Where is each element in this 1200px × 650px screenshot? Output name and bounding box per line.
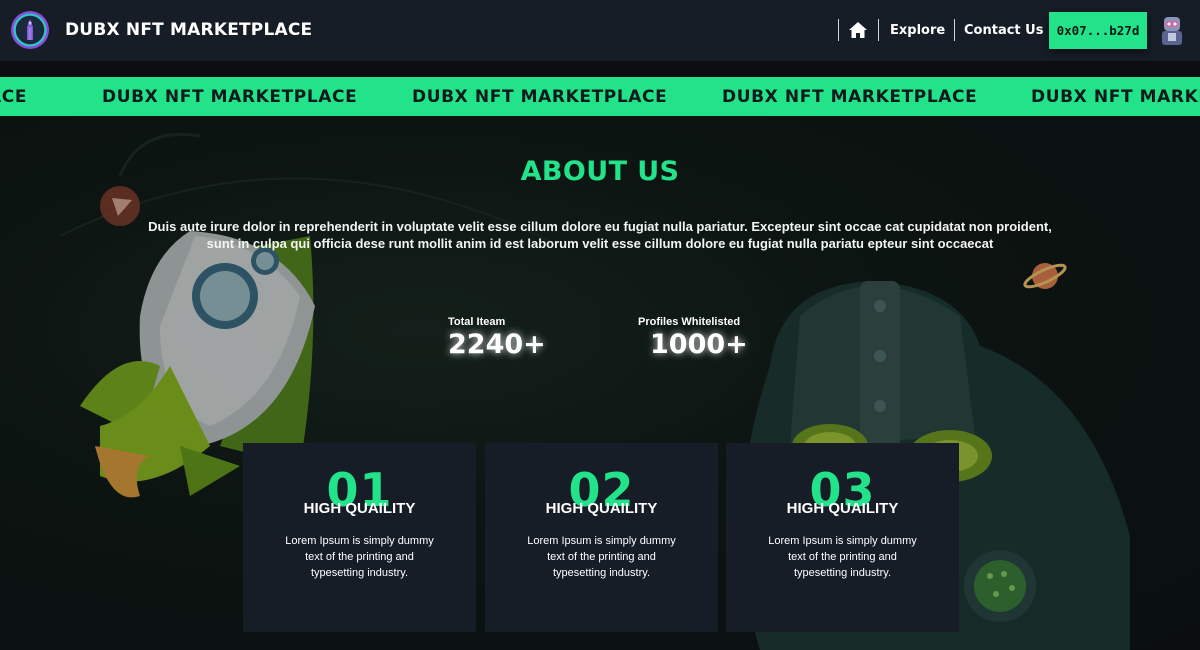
marquee-text: DUBX NFT MARKETPLACE	[412, 87, 668, 107]
about-heading: ABOUT US	[520, 156, 680, 187]
stat-value: 1000+	[650, 329, 748, 360]
stat-label: Total Iteam	[448, 316, 506, 328]
marquee-text: DUBX NFT MARKETPLACE	[722, 87, 978, 107]
card-title: HIGH QUAILITY	[786, 500, 899, 517]
marquee-text: ACE	[0, 87, 28, 107]
nav-contact-link[interactable]: Contact Us	[964, 23, 1043, 38]
stat-profiles-whitelisted: Profiles Whitelisted 1000+	[638, 316, 748, 360]
about-description: Duis aute irure dolor in reprehenderit i…	[110, 218, 1090, 252]
stat-label: Profiles Whitelisted	[638, 316, 741, 328]
marquee-banner: ACE DUBX NFT MARKETPLACE DUBX NFT MARKET…	[0, 77, 1200, 116]
card-description: Lorem Ipsum is simply dummy text of the …	[768, 535, 917, 579]
wallet-address-button[interactable]: 0x07...b27d	[1049, 12, 1147, 49]
card-description: Lorem Ipsum is simply dummy text of the …	[285, 535, 434, 579]
marquee-text: DUBX NFT MARKETPLACE	[102, 87, 358, 107]
about-description-line: Duis aute irure dolor in reprehenderit i…	[148, 219, 1052, 234]
card-description: Lorem Ipsum is simply dummy text of the …	[527, 535, 676, 579]
brand-title[interactable]: DUBX NFT MARKETPLACE	[65, 20, 312, 40]
feature-card: 02 HIGH QUAILITY Lorem Ipsum is simply d…	[485, 443, 718, 632]
home-icon[interactable]	[849, 22, 867, 38]
logo-icon[interactable]	[11, 11, 49, 49]
feature-card: 01 HIGH QUAILITY Lorem Ipsum is simply d…	[243, 443, 476, 632]
stat-total-items: Total Iteam 2240+	[448, 316, 546, 360]
top-navbar: DUBX NFT MARKETPLACE Explore Contact Us …	[0, 0, 1200, 61]
nav-divider	[954, 19, 955, 41]
nav-explore-link[interactable]: Explore	[890, 23, 945, 38]
marquee-text: DUBX NFT MARKE	[1031, 87, 1200, 107]
stat-value: 2240+	[448, 329, 546, 360]
avatar-icon[interactable]	[1159, 15, 1185, 47]
feature-card: 03 HIGH QUAILITY Lorem Ipsum is simply d…	[726, 443, 959, 632]
about-description-line: sunt in culpa qui officia dese runt moll…	[206, 236, 994, 251]
nav-divider	[838, 19, 839, 41]
card-title: HIGH QUAILITY	[303, 500, 416, 517]
card-title: HIGH QUAILITY	[545, 500, 658, 517]
nav-divider	[878, 19, 879, 41]
